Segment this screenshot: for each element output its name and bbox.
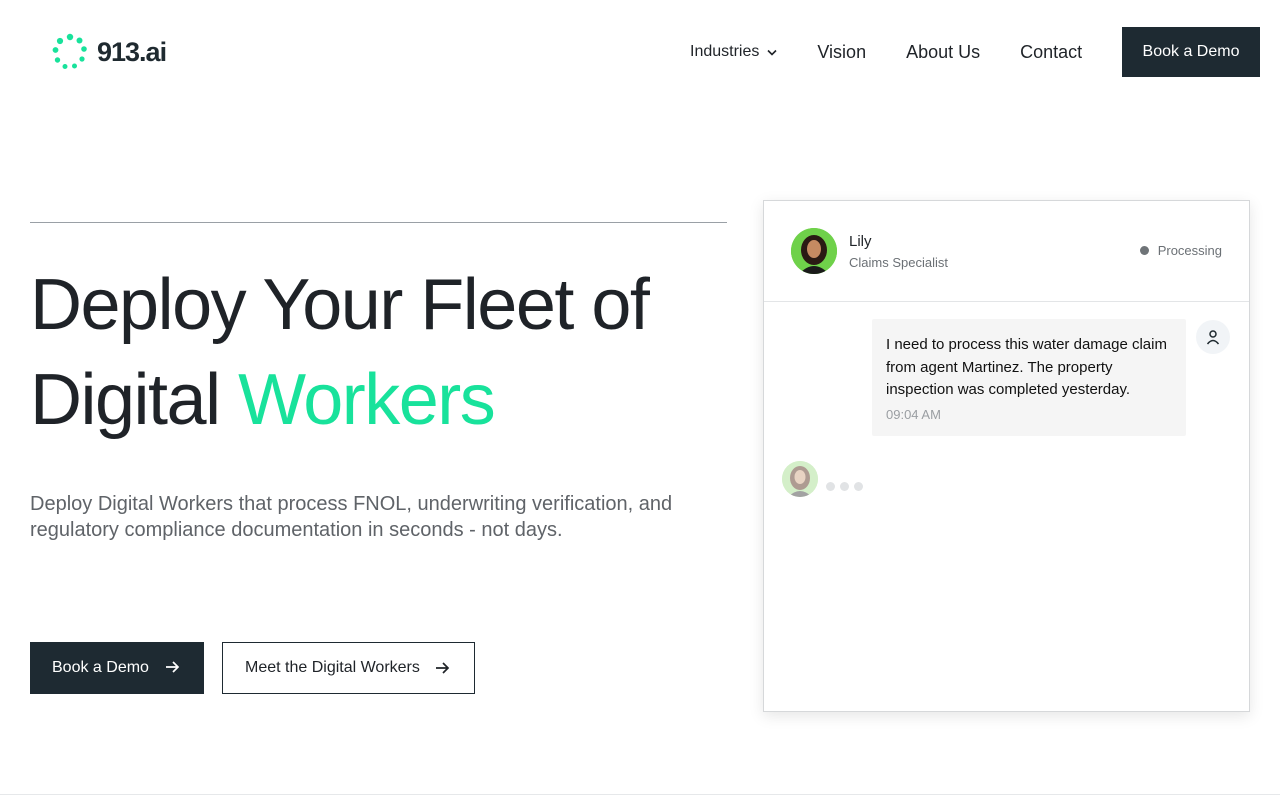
- typing-dot: [826, 482, 835, 491]
- hero-title-line1: Deploy Your Fleet of: [30, 265, 650, 345]
- arrow-right-icon: [436, 662, 450, 674]
- arrow-right-icon: [166, 661, 180, 673]
- chat-header: Lily Claims Specialist Processing: [764, 201, 1249, 302]
- hero-title-accent: Workers: [238, 360, 496, 440]
- nav-vision[interactable]: Vision: [817, 42, 866, 63]
- status-badge: Processing: [1139, 243, 1222, 258]
- agent-role: Claims Specialist: [849, 255, 948, 270]
- agent-name: Lily: [849, 233, 872, 250]
- logo[interactable]: 913.ai: [52, 33, 167, 71]
- nav-contact[interactable]: Contact: [1020, 42, 1082, 63]
- status-dot-icon: [1139, 246, 1149, 255]
- typing-dot: [840, 482, 849, 491]
- user-avatar-icon: [1196, 320, 1230, 354]
- section-divider: [0, 794, 1280, 795]
- nav-industries[interactable]: Industries: [690, 43, 777, 61]
- hero-title-line2: Digital: [30, 360, 239, 440]
- nav-industries-label: Industries: [690, 43, 760, 60]
- status-text: Processing: [1157, 243, 1222, 258]
- hero-subtitle: Deploy Digital Workers that process FNOL…: [30, 493, 673, 541]
- message-text: I need to process this water damage clai…: [886, 336, 1167, 398]
- logo-dots-icon: [52, 33, 87, 69]
- header-book-demo-button[interactable]: Book a Demo: [1122, 27, 1260, 77]
- book-demo-button[interactable]: Book a Demo: [30, 642, 204, 694]
- hero-title: Deploy Your Fleet of Digital Workers: [30, 258, 750, 448]
- book-demo-label: Book a Demo: [52, 659, 149, 676]
- typing-indicator: [826, 482, 863, 491]
- meet-digital-workers-label: Meet the Digital Workers: [245, 659, 420, 676]
- logo-text: 913.ai: [97, 36, 167, 67]
- main-nav: Industries Vision About Us Contact: [690, 27, 1082, 77]
- meet-digital-workers-button[interactable]: Meet the Digital Workers: [222, 642, 475, 694]
- message-timestamp: 09:04 AM: [886, 406, 941, 422]
- nav-about-us[interactable]: About Us: [906, 42, 980, 63]
- typing-dot: [854, 482, 863, 491]
- chevron-down-icon: [767, 49, 777, 56]
- chat-card: Lily Claims Specialist Processing I need…: [763, 200, 1250, 712]
- hero-divider: [30, 222, 727, 223]
- agent-typing-avatar: [782, 461, 818, 497]
- agent-avatar: [791, 228, 837, 274]
- user-message-bubble: I need to process this water damage clai…: [872, 319, 1186, 436]
